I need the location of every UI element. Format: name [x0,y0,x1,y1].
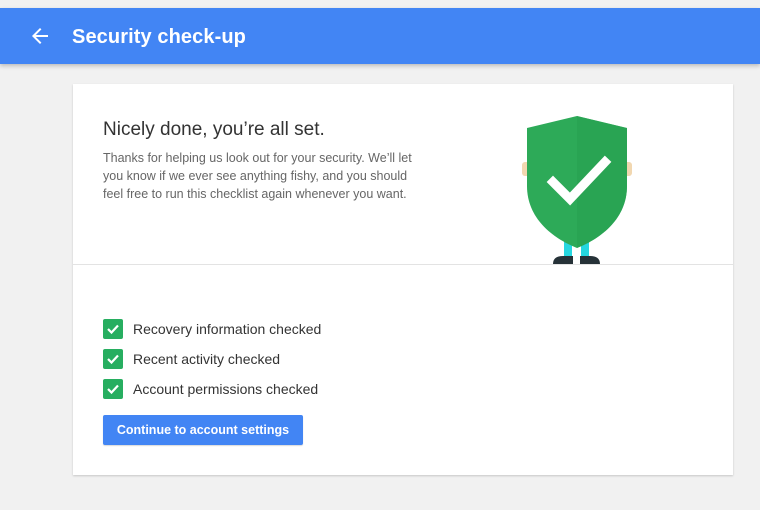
checklist-item-label: Account permissions checked [133,381,319,397]
checkbox-checked-icon [103,379,123,399]
page-title: Security check-up [72,26,246,48]
summary-message: Thanks for helping us look out for your … [103,151,412,201]
security-checkup-card: Nicely done, you’re all set. Thanks for … [73,84,733,475]
app-bar: Security check-up [0,8,760,64]
shield-checkmark-icon [517,116,637,266]
checklist-item-recovery: Recovery information checked [103,314,321,344]
checkbox-checked-icon [103,349,123,369]
checklist-item-label: Recent activity checked [133,351,281,367]
checklist: Recovery information checked Recent acti… [103,314,321,404]
back-arrow-icon[interactable] [28,24,52,48]
headline: Nicely done, you’re all set. [103,119,325,140]
continue-button[interactable]: Continue to account settings [103,415,303,445]
checklist-item-activity: Recent activity checked [103,344,321,374]
checkbox-checked-icon [103,319,123,339]
checklist-item-permissions: Account permissions checked [103,374,321,404]
checklist-item-label: Recovery information checked [133,321,322,337]
summary-section: Nicely done, you’re all set. Thanks for … [73,84,733,265]
